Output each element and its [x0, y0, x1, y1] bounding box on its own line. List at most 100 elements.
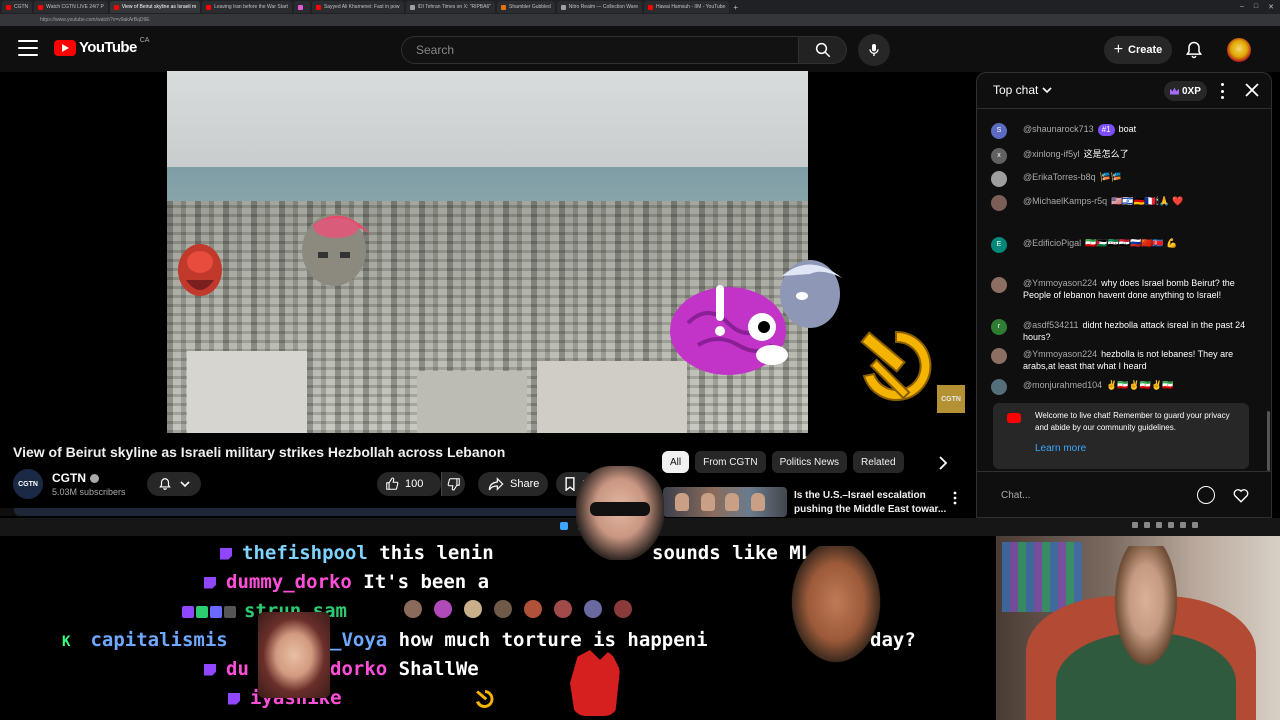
- verified-icon: [90, 473, 99, 483]
- description-box[interactable]: [14, 508, 654, 516]
- emoji-icon[interactable]: [1197, 486, 1215, 504]
- dislike-button[interactable]: [441, 472, 465, 496]
- address-bar[interactable]: https://www.youtube.com/watch?v=v9akArBq…: [0, 14, 1280, 26]
- browser-tab-active[interactable]: View of Beirut skyline as Israeli m: [109, 1, 201, 13]
- close-icon[interactable]: [1245, 83, 1259, 97]
- chip-politics-news[interactable]: Politics News: [771, 451, 848, 473]
- browser-tab[interactable]: CGTN: [2, 1, 33, 13]
- chat-message: @Ymmoyason224 why does Israel bomb Beirut…: [991, 277, 1253, 301]
- stream-chat-user: du: [226, 658, 249, 680]
- xp-value: 0XP: [1182, 85, 1201, 97]
- welcome-banner: Welcome to live chat! Remember to guard …: [993, 403, 1249, 469]
- emote-icon: [584, 600, 602, 618]
- chip-from-cgtn[interactable]: From CGTN: [695, 451, 766, 473]
- close-window-icon[interactable]: ✕: [1268, 3, 1274, 11]
- browser-tab[interactable]: Hawai Hamsuh - IIM - YouTube: [644, 1, 730, 13]
- chat-scrollbar[interactable]: [1267, 411, 1270, 471]
- streamer-face-overlay: [576, 466, 664, 560]
- tray-icon[interactable]: [1132, 522, 1138, 528]
- search-placeholder: Search: [416, 43, 455, 57]
- stream-chat-text: how much torture is happeni: [398, 629, 708, 651]
- chat-message: @MichaelKamps-r5q 🇺🇸🇮🇱🇩🇪🇫🇷🕯🙏 ❤️: [991, 195, 1253, 211]
- browser-tab-strip: CGTN Watch CGTN LIVE 24/7 P View of Beir…: [0, 0, 1280, 14]
- window-controls: – □ ✕: [1240, 3, 1280, 11]
- tray-icon[interactable]: [1180, 522, 1186, 528]
- stream-chat-line: _Voya how much torture is happeni: [330, 629, 708, 651]
- chat-author[interactable]: @Ymmoyason224: [1023, 278, 1097, 288]
- chat-author[interactable]: @shaunarock713: [1023, 124, 1094, 134]
- tray-icon[interactable]: [1156, 522, 1162, 528]
- tray-icon[interactable]: [1192, 522, 1198, 528]
- chat-author[interactable]: @EdificioPigal: [1023, 238, 1081, 248]
- browser-tab[interactable]: Sayyed Ali Khamenei: Fast in pow: [311, 1, 404, 13]
- chat-avatar: [991, 277, 1007, 293]
- chat-avatar: [991, 171, 1007, 187]
- chip-all[interactable]: All: [662, 451, 690, 473]
- stream-chat-user: dorko: [330, 658, 388, 680]
- search-input[interactable]: Search: [401, 36, 799, 64]
- chat-author[interactable]: @ErikaTorres-b8q: [1023, 172, 1096, 182]
- chat-input[interactable]: Chat...: [1001, 490, 1030, 501]
- channel-name[interactable]: CGTN: [52, 471, 99, 485]
- bell-icon[interactable]: [1184, 40, 1204, 60]
- screen: CGTN Watch CGTN LIVE 24/7 P View of Beir…: [0, 0, 1280, 720]
- tray-icon[interactable]: [1168, 522, 1174, 528]
- streamer-webcam: [996, 536, 1280, 720]
- zombie-sticker: [302, 214, 372, 286]
- chat-text: 🎏🎏: [1099, 172, 1123, 182]
- search-icon: [815, 42, 830, 58]
- kebab-menu-icon[interactable]: [952, 491, 958, 505]
- like-button[interactable]: 100: [377, 472, 441, 496]
- minimize-icon[interactable]: –: [1240, 3, 1244, 11]
- chat-author[interactable]: @asdf534211: [1023, 320, 1079, 330]
- chevron-right-icon[interactable]: [935, 455, 951, 471]
- create-label: Create: [1128, 44, 1163, 56]
- chat-author[interactable]: @Ymmoyason224: [1023, 349, 1097, 359]
- app-icon[interactable]: [560, 522, 568, 530]
- tab-favicon-icon: [38, 4, 44, 10]
- voice-search-button[interactable]: [858, 34, 890, 66]
- bell-icon: [159, 478, 171, 490]
- top-chat-dropdown[interactable]: Top chat: [993, 83, 1052, 97]
- channel-avatar[interactable]: CGTN: [13, 469, 43, 499]
- subscriber-count: 5.03M subscribers: [52, 487, 126, 497]
- search-button[interactable]: [799, 36, 847, 64]
- avatar[interactable]: [1227, 38, 1251, 62]
- browser-tab[interactable]: Leaving Iran before the War Start: [202, 1, 292, 13]
- portrait-sticker: [178, 244, 222, 296]
- stream-chat-text: this lenin: [379, 542, 494, 564]
- maximize-icon[interactable]: □: [1254, 3, 1258, 11]
- xp-badge[interactable]: 0XP: [1164, 81, 1207, 101]
- share-button[interactable]: Share: [478, 472, 548, 496]
- menu-icon[interactable]: [18, 40, 38, 56]
- chat-menu-icon[interactable]: [1220, 83, 1224, 99]
- learn-more-link[interactable]: Learn more: [1035, 443, 1086, 454]
- twitch-badge-icon: [204, 663, 216, 676]
- country-code: CA: [139, 37, 150, 44]
- heart-icon[interactable]: [1232, 486, 1250, 504]
- new-tab-icon[interactable]: +: [733, 3, 738, 12]
- browser-tab[interactable]: [293, 1, 310, 13]
- description-strip: [0, 508, 660, 516]
- browser-tab[interactable]: Watch CGTN LIVE 24/7 P: [34, 1, 108, 13]
- thumbs-down-icon: [447, 478, 460, 491]
- related-video-thumbnail[interactable]: [663, 487, 787, 517]
- create-button[interactable]: + Create: [1104, 36, 1172, 64]
- plus-icon: +: [1113, 41, 1124, 58]
- chevron-down-icon: [1042, 87, 1052, 94]
- browser-tab[interactable]: Shambler Gubbled: [497, 1, 555, 13]
- notification-subscribe-button[interactable]: [147, 472, 201, 496]
- hammer-sickle-icon: [860, 330, 932, 401]
- chat-author[interactable]: @monjurahmed104: [1023, 380, 1102, 390]
- chat-message: E @EdificioPigal 🇮🇷🇵🇸🇸🇾🇮🇶🇷🇺🇨🇳🇰🇵 💪: [991, 237, 1253, 253]
- webcam-person-face: [1086, 546, 1206, 720]
- chip-related[interactable]: Related: [853, 451, 904, 473]
- youtube-logo[interactable]: YouTube CA: [54, 37, 150, 56]
- chat-author[interactable]: @xinlong-if5yl: [1023, 149, 1080, 159]
- chat-author[interactable]: @MichaelKamps-r5q: [1023, 196, 1107, 206]
- stream-chat-user: dummy_dorko: [226, 571, 352, 593]
- tray-icon[interactable]: [1144, 522, 1150, 528]
- browser-tab[interactable]: Nitro Realm — Collection Ware: [556, 1, 643, 13]
- browser-tab[interactable]: IDI Tehran Times on X: "RIPBA6": [405, 1, 496, 13]
- related-video-title[interactable]: Is the U.S.–Israel escalation pushing th…: [794, 489, 950, 517]
